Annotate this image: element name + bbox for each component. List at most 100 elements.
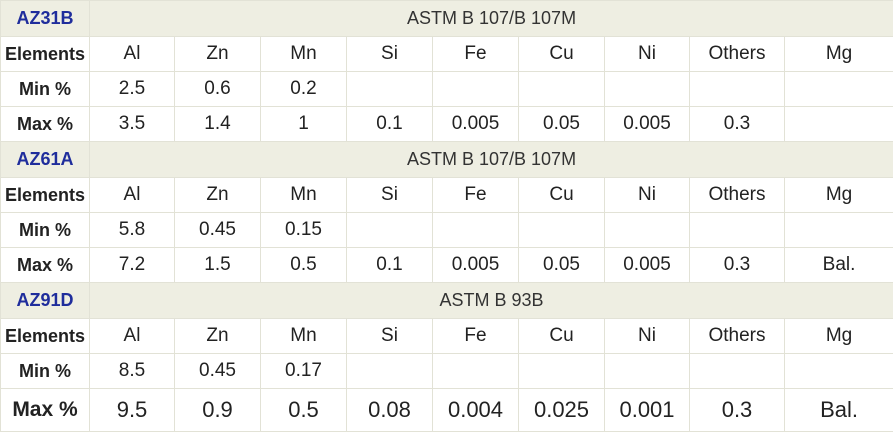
- min-value: [604, 212, 690, 248]
- element-header: Zn: [174, 36, 261, 72]
- element-header: Cu: [518, 36, 605, 72]
- min-value: [518, 353, 605, 389]
- min-value: [604, 71, 690, 107]
- element-header: Cu: [518, 177, 605, 213]
- row-label: Max %: [0, 247, 90, 283]
- max-value: [783, 106, 893, 142]
- element-header: Mn: [260, 177, 347, 213]
- element-header: Ni: [604, 36, 690, 72]
- standard-name: ASTM B 107/B 107M: [88, 0, 893, 37]
- min-value: 2.5: [89, 71, 175, 107]
- row-label: Min %: [0, 212, 90, 248]
- min-value: [518, 212, 605, 248]
- min-row: Min % 8.5 0.45 0.17: [0, 353, 893, 389]
- element-header: Si: [346, 318, 433, 354]
- standard-name: ASTM B 93B: [88, 282, 893, 319]
- element-header: Ni: [604, 318, 690, 354]
- max-value: 0.3: [689, 247, 785, 283]
- max-value: 0.5: [260, 247, 347, 283]
- max-value: 0.025: [518, 388, 605, 432]
- min-value: 0.2: [260, 71, 347, 107]
- grade-header-row: AZ31B ASTM B 107/B 107M: [0, 0, 893, 37]
- max-row: Max % 9.5 0.9 0.5 0.08 0.004 0.025 0.001 0.3 Bal.: [0, 388, 893, 432]
- max-value: 0.1: [346, 106, 433, 142]
- element-header: Al: [89, 318, 175, 354]
- min-value: 0.45: [174, 353, 261, 389]
- max-value: 0.05: [518, 106, 605, 142]
- max-value: 1: [260, 106, 347, 142]
- grade-header-row: AZ91D ASTM B 93B: [0, 282, 893, 319]
- min-value: [432, 71, 519, 107]
- min-row: Min % 2.5 0.6 0.2: [0, 71, 893, 107]
- max-value: 0.005: [432, 106, 519, 142]
- min-value: [783, 71, 893, 107]
- element-header: Si: [346, 36, 433, 72]
- elements-row: Elements Al Zn Mn Si Fe Cu Ni Others Mg: [0, 318, 893, 354]
- element-header: Others: [689, 177, 785, 213]
- max-value: 0.9: [174, 388, 261, 432]
- element-header: Ni: [604, 177, 690, 213]
- min-value: [346, 353, 433, 389]
- element-header: Fe: [432, 177, 519, 213]
- max-value: 1.5: [174, 247, 261, 283]
- row-label: Elements: [0, 318, 90, 354]
- element-header: Fe: [432, 36, 519, 72]
- element-header: Si: [346, 177, 433, 213]
- grade-name: AZ31B: [0, 0, 90, 37]
- min-value: [346, 212, 433, 248]
- max-value: 0.3: [689, 388, 785, 432]
- row-label: Min %: [0, 353, 90, 389]
- row-label: Elements: [0, 36, 90, 72]
- max-value: 0.3: [689, 106, 785, 142]
- max-value: 0.005: [432, 247, 519, 283]
- min-value: [346, 71, 433, 107]
- min-value: [689, 212, 785, 248]
- max-value: 0.5: [260, 388, 347, 432]
- row-label: Elements: [0, 177, 90, 213]
- min-value: 5.8: [89, 212, 175, 248]
- max-value: 1.4: [174, 106, 261, 142]
- elements-row: Elements Al Zn Mn Si Fe Cu Ni Others Mg: [0, 36, 893, 72]
- grade-header-row: AZ61A ASTM B 107/B 107M: [0, 141, 893, 178]
- alloy-composition-table: AZ31B ASTM B 107/B 107M Elements Al Zn Mn Si Fe…: [0, 0, 893, 432]
- grade-name: AZ61A: [0, 141, 90, 178]
- element-header: Others: [689, 36, 785, 72]
- max-value: Bal.: [783, 388, 893, 432]
- min-value: [689, 353, 785, 389]
- min-row: Min % 5.8 0.45 0.15: [0, 212, 893, 248]
- row-label: Max %: [0, 388, 90, 432]
- max-value: 0.004: [432, 388, 519, 432]
- min-value: [689, 71, 785, 107]
- max-value: 0.001: [604, 388, 690, 432]
- max-value: 7.2: [89, 247, 175, 283]
- row-label: Max %: [0, 106, 90, 142]
- min-value: 0.6: [174, 71, 261, 107]
- elements-row: Elements Al Zn Mn Si Fe Cu Ni Others Mg: [0, 177, 893, 213]
- max-value: 0.005: [604, 247, 690, 283]
- min-value: [604, 353, 690, 389]
- min-value: 0.17: [260, 353, 347, 389]
- element-header: Others: [689, 318, 785, 354]
- element-header: Mg: [783, 318, 893, 354]
- min-value: 0.15: [260, 212, 347, 248]
- grade-name: AZ91D: [0, 282, 90, 319]
- max-value: 0.05: [518, 247, 605, 283]
- min-value: 0.45: [174, 212, 261, 248]
- max-value: 0.005: [604, 106, 690, 142]
- element-header: Al: [89, 36, 175, 72]
- element-header: Mn: [260, 36, 347, 72]
- row-label: Min %: [0, 71, 90, 107]
- min-value: [783, 353, 893, 389]
- min-value: 8.5: [89, 353, 175, 389]
- standard-name: ASTM B 107/B 107M: [88, 141, 893, 178]
- element-header: Zn: [174, 177, 261, 213]
- max-value: 3.5: [89, 106, 175, 142]
- element-header: Cu: [518, 318, 605, 354]
- element-header: Zn: [174, 318, 261, 354]
- max-value: 0.08: [346, 388, 433, 432]
- min-value: [432, 353, 519, 389]
- element-header: Al: [89, 177, 175, 213]
- max-value: 9.5: [89, 388, 175, 432]
- element-header: Mn: [260, 318, 347, 354]
- min-value: [432, 212, 519, 248]
